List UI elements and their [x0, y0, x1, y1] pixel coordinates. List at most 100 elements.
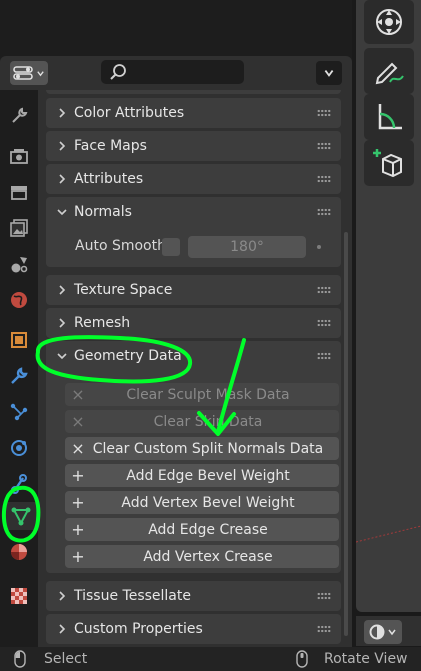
section-remesh[interactable]: Remesh: [46, 308, 341, 338]
button-label: Clear Skin Data: [153, 413, 263, 430]
measure-icon[interactable]: [364, 94, 414, 140]
keyframe-dot-icon[interactable]: [317, 245, 321, 249]
clear-skin-data-button[interactable]: × Clear Skin Data: [65, 410, 339, 433]
physics-icon: [11, 440, 27, 456]
drag-handle-icon[interactable]: [317, 208, 331, 216]
tab-modifier[interactable]: [5, 362, 33, 390]
search-input[interactable]: [101, 60, 244, 84]
tab-texture[interactable]: [5, 582, 33, 610]
mouse-middle-icon: [296, 650, 308, 668]
tab-world[interactable]: [5, 286, 33, 314]
section-attributes[interactable]: Attributes: [46, 164, 341, 194]
section-title: Face Maps: [74, 138, 147, 154]
top-area: [0, 0, 352, 52]
viewport-mode-selector[interactable]: [364, 620, 402, 644]
chevron-right-icon: [52, 623, 72, 635]
section-texture-space[interactable]: Texture Space: [46, 275, 341, 305]
chevron-right-icon: [52, 317, 72, 329]
section-custom-properties[interactable]: Custom Properties: [46, 614, 341, 644]
section-tissue-tessellate[interactable]: Tissue Tessellate: [46, 581, 341, 611]
tab-particles[interactable]: [5, 398, 33, 426]
auto-smooth-checkbox[interactable]: [162, 238, 180, 256]
drag-handle-icon[interactable]: [317, 175, 331, 183]
plus-icon: +: [71, 493, 85, 512]
move-gizmo-icon[interactable]: [364, 0, 414, 44]
chevron-right-icon: [52, 107, 72, 119]
plus-icon: +: [71, 547, 85, 566]
chevron-right-icon: [52, 284, 72, 296]
drag-handle-icon[interactable]: [317, 592, 331, 600]
editor-type-button[interactable]: [10, 61, 48, 85]
close-icon: ×: [71, 385, 85, 404]
shading-icon: [369, 624, 385, 640]
plus-icon: +: [71, 520, 85, 539]
chevron-down-icon: [388, 629, 396, 636]
status-rotate-view: Rotate View: [296, 650, 408, 668]
drag-handle-icon[interactable]: [317, 286, 331, 294]
section-title: Tissue Tessellate: [74, 588, 191, 604]
clear-custom-split-normals-data-button[interactable]: × Clear Custom Split Normals Data: [65, 437, 339, 460]
chevron-right-icon: [52, 140, 72, 152]
texture-icon: [11, 588, 27, 604]
section-title: Custom Properties: [74, 621, 203, 637]
constraints-icon: [11, 474, 27, 494]
view-layer-icon: [10, 219, 28, 237]
drag-handle-icon[interactable]: [317, 109, 331, 117]
geometry-data-body: × Clear Sculpt Mask Data × Clear Skin Da…: [46, 371, 341, 573]
status-select-label: Select: [44, 651, 88, 667]
tab-object[interactable]: [5, 326, 33, 354]
section-title: Color Attributes: [74, 105, 185, 121]
object-icon: [11, 332, 27, 348]
mouse-left-icon: [14, 650, 26, 668]
drag-handle-icon[interactable]: [317, 142, 331, 150]
status-select: Select: [14, 650, 87, 668]
modifier-icon: [11, 367, 28, 384]
tab-tool[interactable]: [5, 102, 33, 130]
tab-scene[interactable]: [5, 250, 33, 278]
plus-icon: +: [71, 466, 85, 485]
add-edge-bevel-weight-button[interactable]: + Add Edge Bevel Weight: [65, 464, 339, 487]
section-face-maps[interactable]: Face Maps: [46, 131, 341, 161]
add-vertex-crease-button[interactable]: + Add Vertex Crease: [65, 545, 339, 568]
options-dropdown-button[interactable]: [316, 61, 342, 85]
section-above-partial: [46, 90, 341, 94]
annotate-icon[interactable]: [364, 48, 414, 94]
tab-data[interactable]: [4, 502, 38, 530]
data-icon: [11, 507, 31, 526]
button-label: Add Edge Crease: [148, 521, 268, 538]
button-label: Clear Custom Split Normals Data: [92, 440, 324, 457]
tab-render[interactable]: [5, 142, 33, 170]
material-icon: [11, 544, 27, 560]
section-normals[interactable]: Normals: [46, 197, 341, 227]
search-icon: [110, 64, 126, 80]
add-cube-icon[interactable]: [364, 140, 414, 186]
button-label: Clear Sculpt Mask Data: [126, 386, 290, 403]
chevron-right-icon: [52, 590, 72, 602]
drag-handle-icon[interactable]: [317, 352, 331, 360]
close-icon: ×: [71, 412, 85, 431]
panel-scrollbar[interactable]: [344, 232, 348, 636]
status-bar: Select Rotate View: [0, 647, 421, 671]
section-geometry-data[interactable]: Geometry Data: [46, 341, 341, 371]
add-edge-crease-button[interactable]: + Add Edge Crease: [65, 518, 339, 541]
clear-sculpt-mask-data-button[interactable]: × Clear Sculpt Mask Data: [65, 383, 339, 406]
tab-view-layer[interactable]: [5, 214, 33, 242]
section-title: Remesh: [74, 315, 131, 331]
button-label: Add Vertex Bevel Weight: [121, 494, 295, 511]
status-rotate-view-label: Rotate View: [324, 651, 408, 667]
auto-smooth-label: Auto Smooth: [75, 238, 166, 254]
section-color-attributes[interactable]: Color Attributes: [46, 98, 341, 128]
tab-output[interactable]: [5, 178, 33, 206]
properties-panel: Color Attributes Face Maps Attributes No…: [38, 90, 352, 647]
section-title: Texture Space: [74, 282, 173, 298]
chevron-down-icon: [52, 351, 72, 361]
tab-physics[interactable]: [5, 434, 33, 462]
add-vertex-bevel-weight-button[interactable]: + Add Vertex Bevel Weight: [65, 491, 339, 514]
tab-material[interactable]: [5, 538, 33, 566]
tab-constraints[interactable]: [5, 470, 33, 498]
x-axis-line: [356, 525, 421, 543]
drag-handle-icon[interactable]: [317, 319, 331, 327]
auto-smooth-angle-field[interactable]: 180°: [188, 236, 306, 258]
properties-tabs: [0, 90, 38, 647]
drag-handle-icon[interactable]: [317, 625, 331, 633]
